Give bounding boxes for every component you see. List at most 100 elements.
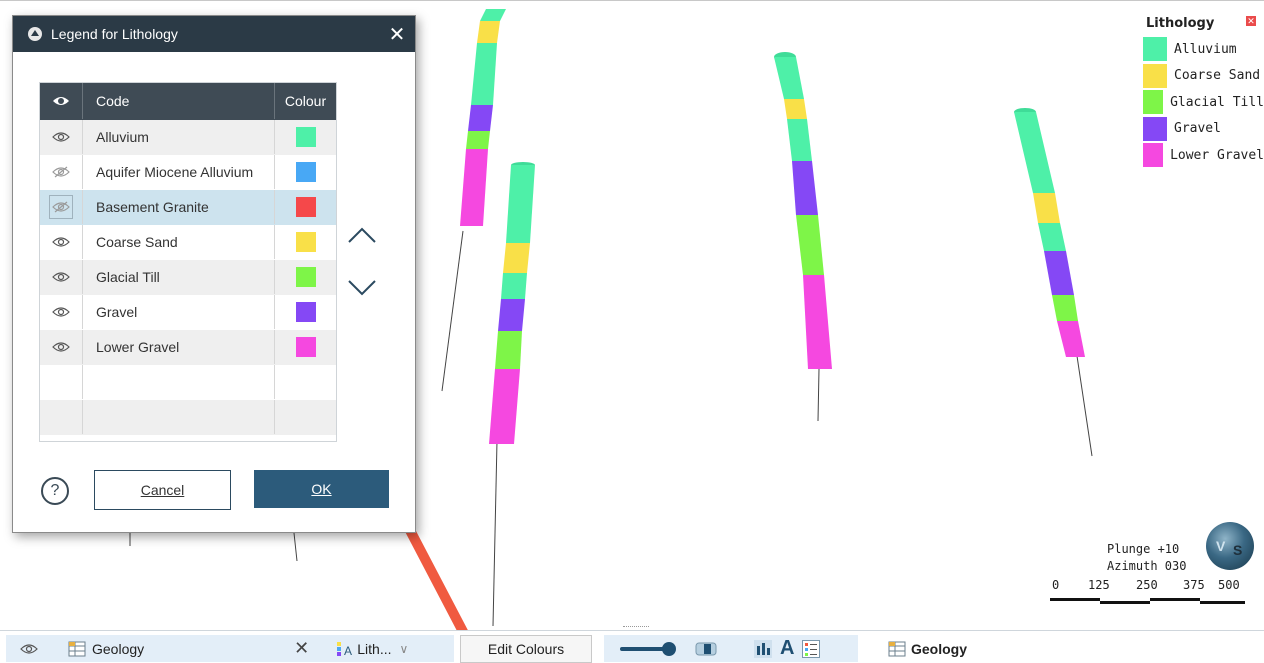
opacity-slider[interactable]	[620, 641, 678, 657]
cancel-button[interactable]: Cancel	[94, 470, 231, 510]
legend-item: Gravel	[1140, 116, 1264, 143]
remove-object-icon[interactable]: ✕	[294, 638, 309, 659]
colour-cell[interactable]	[275, 155, 336, 189]
scale-tick-label: 250	[1136, 578, 1158, 592]
globe-icon[interactable]: V S	[1206, 522, 1254, 570]
code-cell[interactable]: Aquifer Miocene Alluvium	[83, 155, 275, 189]
empty-row	[40, 400, 336, 435]
colour-swatch[interactable]	[295, 127, 316, 147]
legend-item: Alluvium	[1140, 36, 1264, 63]
table-row[interactable]: Alluvium	[40, 120, 336, 155]
colour-swatch[interactable]	[295, 162, 316, 182]
move-down-icon[interactable]	[347, 279, 377, 297]
bar-display-icon[interactable]	[754, 639, 772, 658]
table-row[interactable]: Basement Granite	[40, 190, 336, 225]
table-row[interactable]: Aquifer Miocene Alluvium	[40, 155, 336, 190]
colour-swatch[interactable]	[295, 302, 316, 322]
move-up-icon[interactable]	[347, 226, 377, 244]
app-icon	[28, 27, 42, 41]
colour-cell[interactable]	[275, 120, 336, 154]
colour-column-header[interactable]: Colour	[275, 83, 336, 119]
legend-label: Gravel	[1174, 121, 1221, 137]
scale-bar-graphic	[1050, 598, 1245, 604]
globe-letter-v: V	[1216, 538, 1226, 554]
legend-close-icon[interactable]: ✕	[1246, 16, 1256, 26]
colour-cell[interactable]	[275, 330, 336, 364]
scale-tick-label: 375	[1183, 578, 1205, 592]
colour-swatch[interactable]	[295, 337, 316, 357]
chevron-down-icon[interactable]: ∨	[400, 642, 409, 656]
close-icon[interactable]: ✕	[379, 16, 415, 52]
column-selector[interactable]: Lith...	[357, 641, 391, 657]
scale-tick-label: 0	[1052, 578, 1060, 592]
table-icon	[68, 641, 86, 656]
code-cell[interactable]: Alluvium	[83, 120, 275, 154]
code-cell[interactable]: Basement Granite	[83, 190, 275, 224]
legend-label: Coarse Sand	[1174, 68, 1261, 84]
colour-swatch[interactable]	[295, 267, 316, 287]
view-orientation: Plunge +10 Azimuth 030	[1107, 541, 1186, 575]
legend-label: Lower Gravel	[1170, 147, 1264, 163]
edit-colours-button[interactable]: Edit Colours	[460, 635, 592, 663]
colour-cell	[275, 365, 336, 399]
colour-cell	[275, 400, 336, 434]
right-object-label: Geology	[888, 635, 967, 662]
visibility-eye-icon[interactable]	[20, 643, 38, 655]
edit-colours-label: Edit Colours	[487, 641, 565, 657]
text-label-icon[interactable]: A	[780, 637, 794, 660]
visibility-cell	[40, 365, 83, 399]
legend-swatch	[1143, 116, 1167, 141]
table-row[interactable]: Lower Gravel	[40, 330, 336, 365]
colour-swatch[interactable]	[295, 197, 316, 217]
table-icon	[888, 641, 906, 656]
borehole-d	[1014, 108, 1085, 357]
table-row[interactable]: Gravel	[40, 295, 336, 330]
colour-cell[interactable]	[275, 190, 336, 224]
plunge-readout: Plunge +10	[1107, 542, 1180, 556]
code-cell	[83, 365, 275, 399]
ok-button[interactable]: OK	[254, 470, 389, 508]
code-cell[interactable]: Glacial Till	[83, 260, 275, 294]
borehole-c	[774, 52, 832, 369]
code-cell	[83, 400, 275, 434]
code-cell[interactable]: Coarse Sand	[83, 225, 275, 259]
legend-item: Glacial Till	[1140, 89, 1264, 116]
eye-icon	[52, 237, 70, 247]
eye-hidden-icon	[52, 166, 70, 178]
colour-cell[interactable]	[275, 225, 336, 259]
visibility-cell[interactable]	[40, 155, 83, 189]
legend-label: Alluvium	[1174, 41, 1237, 57]
legend-swatch	[1143, 63, 1167, 88]
svg-text:A: A	[344, 644, 352, 657]
right-object-name: Geology	[911, 640, 968, 657]
table-row[interactable]: Glacial Till	[40, 260, 336, 295]
legend-swatch	[1143, 37, 1167, 62]
eye-icon	[52, 307, 70, 317]
colour-cell[interactable]	[275, 295, 336, 329]
visibility-cell[interactable]	[40, 330, 83, 364]
help-icon[interactable]: ?	[41, 477, 69, 505]
legend-swatch	[1143, 90, 1164, 115]
colour-cell[interactable]	[275, 260, 336, 294]
eye-icon	[53, 97, 69, 105]
legend-dialog: Legend for Lithology ✕ Code Colour Alluv…	[12, 15, 416, 533]
visibility-cell[interactable]	[40, 260, 83, 294]
code-cell[interactable]: Lower Gravel	[83, 330, 275, 364]
visibility-cell[interactable]	[40, 120, 83, 154]
azimuth-readout: Azimuth 030	[1107, 559, 1187, 573]
legend-icon[interactable]	[802, 639, 821, 658]
eye-icon	[52, 342, 70, 352]
table-row[interactable]: Coarse Sand	[40, 225, 336, 260]
colour-swatch[interactable]	[295, 232, 316, 252]
legend-label: Glacial Till	[1170, 94, 1264, 110]
code-cell[interactable]: Gravel	[83, 295, 275, 329]
visibility-cell[interactable]	[40, 295, 83, 329]
scale-tick-label: 125	[1088, 578, 1110, 592]
visibility-cell[interactable]	[40, 190, 83, 224]
visibility-header[interactable]	[40, 83, 83, 119]
globe-letter-s: S	[1233, 542, 1243, 558]
code-column-header[interactable]: Code	[83, 83, 275, 119]
cylinder-display-icon[interactable]	[694, 640, 718, 658]
table-header: Code Colour	[40, 83, 336, 120]
visibility-cell[interactable]	[40, 225, 83, 259]
